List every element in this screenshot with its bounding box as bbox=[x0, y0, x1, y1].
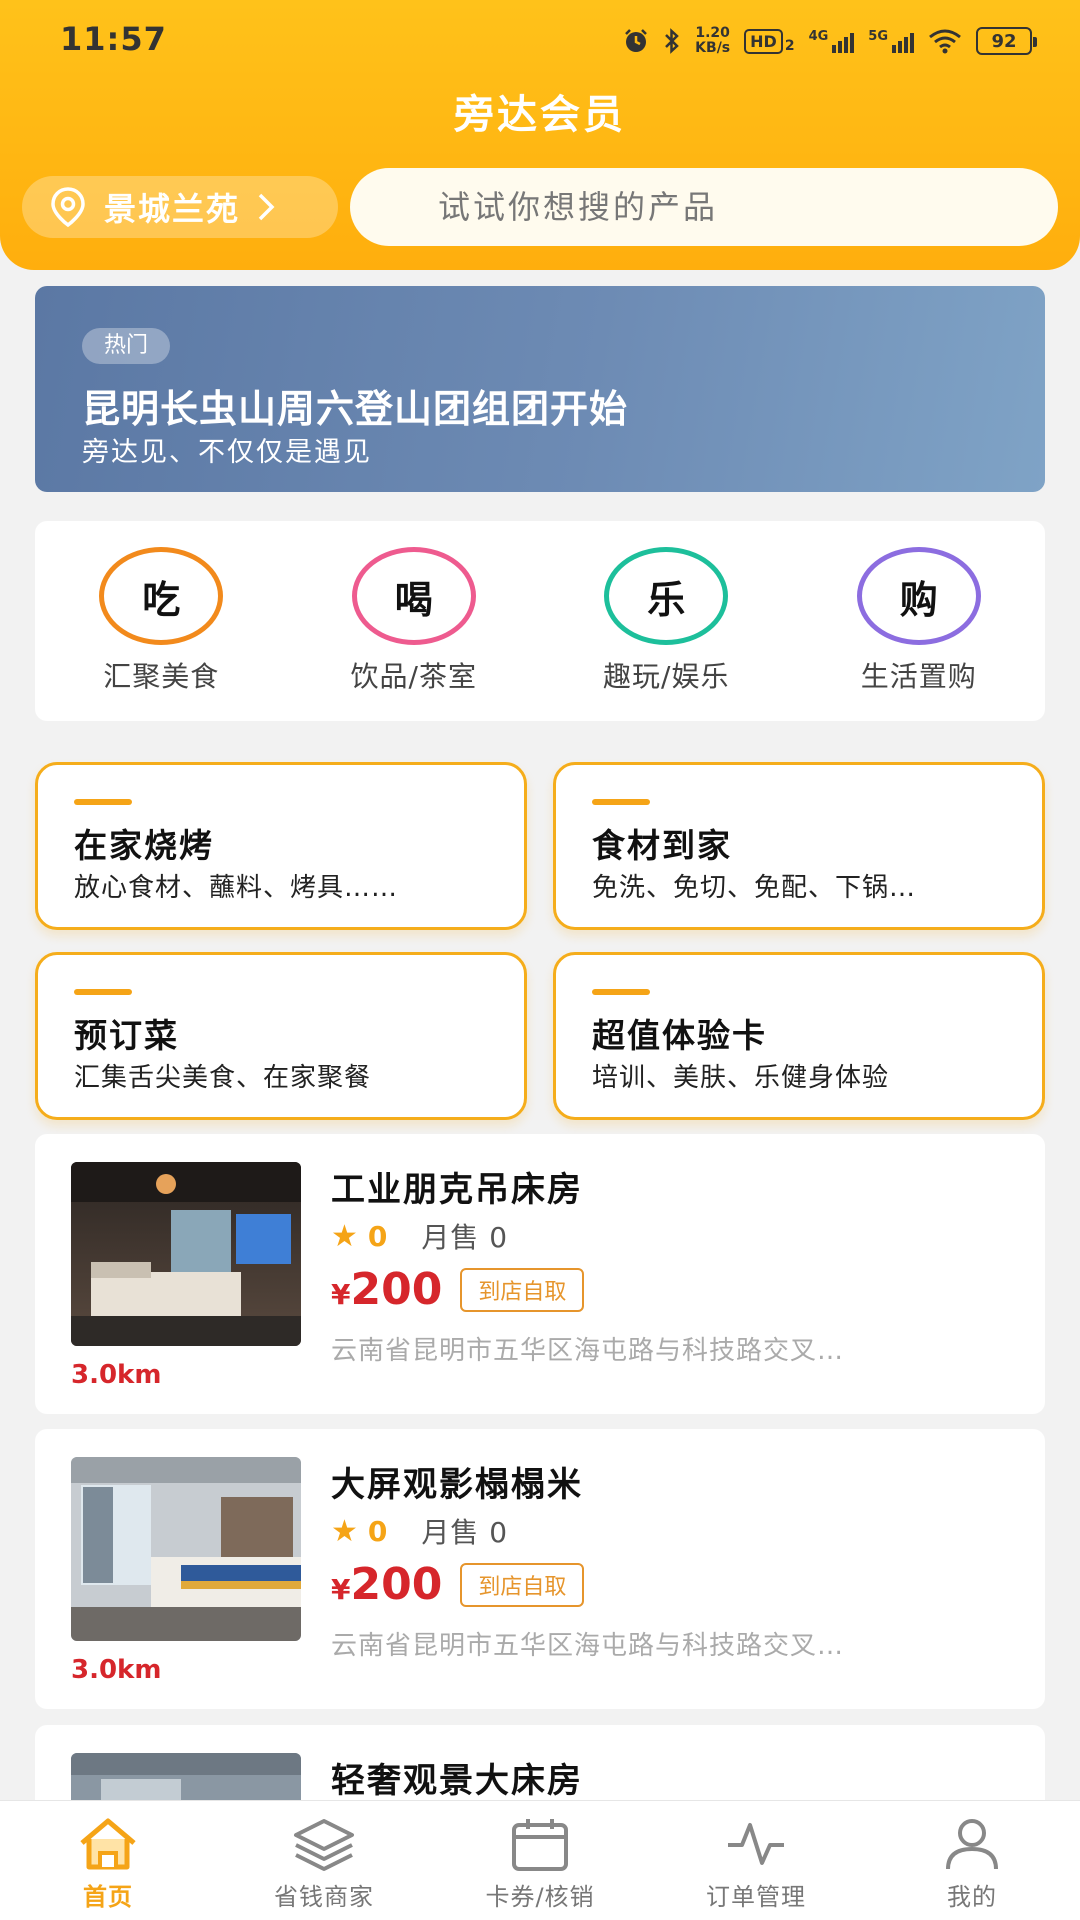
tab-profile[interactable]: 我的 bbox=[864, 1801, 1080, 1920]
product-image bbox=[71, 1457, 301, 1641]
tab-coupons[interactable]: 卡券/核销 bbox=[432, 1801, 648, 1920]
tab-merchants[interactable]: 省钱商家 bbox=[216, 1801, 432, 1920]
category-label: 趣玩/娱乐 bbox=[603, 660, 730, 693]
location-pin-icon bbox=[51, 187, 85, 228]
distance-label: 3.0km bbox=[71, 1360, 162, 1390]
category-label: 生活置购 bbox=[860, 660, 977, 693]
activity-icon bbox=[728, 1823, 784, 1865]
star-icon: ★ bbox=[331, 1513, 358, 1549]
feature-subtitle: 免洗、免切、免配、下锅… bbox=[592, 873, 917, 903]
pickup-badge: 到店自取 bbox=[460, 1267, 585, 1312]
promo-banner[interactable]: 热门 昆明长虫山周六登山团组团开始 旁达见、不仅仅是遇见 bbox=[35, 286, 1045, 492]
distance-label: 3.0km bbox=[71, 1655, 162, 1685]
category-eat[interactable]: 吃 汇聚美食 bbox=[35, 521, 288, 721]
monthly-sales: 月售 0 bbox=[421, 1221, 509, 1254]
tab-label: 订单管理 bbox=[706, 1883, 806, 1911]
signal-5g-icon: 5G bbox=[868, 29, 914, 53]
tab-label: 首页 bbox=[83, 1883, 133, 1911]
price-row: ¥ 200 到店自取 bbox=[331, 1559, 585, 1610]
user-icon bbox=[946, 1819, 998, 1870]
accent-bar bbox=[74, 799, 132, 805]
bottom-tab-bar: 首页 省钱商家 卡券/核销 订单管理 我的 bbox=[0, 1800, 1080, 1920]
accent-bar bbox=[592, 799, 650, 805]
feature-title: 在家烧烤 bbox=[74, 826, 214, 865]
tab-label: 卡券/核销 bbox=[485, 1883, 595, 1911]
currency-symbol: ¥ bbox=[331, 1573, 351, 1606]
pickup-badge: 到店自取 bbox=[460, 1562, 585, 1607]
price: 200 bbox=[350, 1264, 443, 1315]
tab-label: 我的 bbox=[947, 1883, 997, 1911]
feature-title: 预订菜 bbox=[74, 1016, 179, 1055]
rating-row: ★ 0 月售 0 bbox=[331, 1511, 508, 1551]
feature-card-bbq[interactable]: 在家烧烤 放心食材、蘸料、烤具…… bbox=[35, 762, 527, 930]
category-drink[interactable]: 喝 饮品/茶室 bbox=[288, 521, 541, 721]
category-label: 汇聚美食 bbox=[103, 660, 220, 693]
product-name: 工业朋克吊床房 bbox=[331, 1170, 583, 1210]
currency-symbol: ¥ bbox=[331, 1278, 351, 1311]
category-fun[interactable]: 乐 趣玩/娱乐 bbox=[540, 521, 793, 721]
hd-sub: 2 bbox=[784, 38, 795, 54]
category-eat-icon: 吃 bbox=[99, 547, 224, 645]
rating-row: ★ 0 月售 0 bbox=[331, 1216, 508, 1256]
banner-subtitle: 旁达见、不仅仅是遇见 bbox=[82, 437, 372, 468]
star-icon: ★ bbox=[331, 1218, 358, 1254]
tab-home[interactable]: 首页 bbox=[0, 1801, 216, 1920]
category-label: 饮品/茶室 bbox=[350, 660, 477, 693]
product-name: 大屏观影榻榻米 bbox=[331, 1465, 583, 1505]
layers-icon bbox=[294, 1819, 354, 1871]
feature-card-experience[interactable]: 超值体验卡 培训、美肤、乐健身体验 bbox=[553, 952, 1045, 1120]
category-nav: 吃 汇聚美食 喝 饮品/茶室 乐 趣玩/娱乐 购 生活置购 bbox=[35, 521, 1045, 721]
rating-score: 0 bbox=[367, 1514, 388, 1548]
category-shop-icon: 购 bbox=[856, 547, 981, 645]
category-drink-icon: 喝 bbox=[351, 547, 476, 645]
price: 200 bbox=[350, 1559, 443, 1610]
feature-card-preorder[interactable]: 预订菜 汇集舌尖美食、在家聚餐 bbox=[35, 952, 527, 1120]
banner-title: 昆明长虫山周六登山团组团开始 bbox=[82, 387, 629, 431]
monthly-sales: 月售 0 bbox=[421, 1516, 509, 1549]
hd-voice-icon: HD bbox=[744, 28, 783, 54]
tab-label: 省钱商家 bbox=[274, 1883, 374, 1911]
feature-subtitle: 培训、美肤、乐健身体验 bbox=[592, 1063, 890, 1093]
location-label: 景城兰苑 bbox=[104, 190, 241, 228]
chevron-right-icon bbox=[258, 193, 275, 221]
status-bar: 11:57 1.20 KB/s HD 2 4G 5G 92 bbox=[0, 0, 1080, 80]
accent-bar bbox=[74, 989, 132, 995]
battery-icon: 92 bbox=[976, 27, 1037, 55]
feature-card-ingredients[interactable]: 食材到家 免洗、免切、免配、下锅… bbox=[553, 762, 1045, 930]
status-icons: 1.20 KB/s HD 2 4G 5G 92 bbox=[623, 22, 1037, 60]
search-box[interactable] bbox=[350, 168, 1058, 246]
product-address: 云南省昆明市五华区海屯路与科技路交叉… bbox=[331, 1631, 845, 1661]
alarm-icon bbox=[625, 29, 648, 52]
category-shop[interactable]: 购 生活置购 bbox=[793, 521, 1046, 721]
feature-title: 超值体验卡 bbox=[592, 1016, 767, 1055]
product-address: 云南省昆明市五华区海屯路与科技路交叉… bbox=[331, 1336, 845, 1366]
feature-title: 食材到家 bbox=[592, 826, 732, 865]
product-image bbox=[71, 1162, 301, 1346]
home-icon bbox=[80, 1818, 136, 1870]
search-input[interactable] bbox=[438, 188, 998, 226]
header: 11:57 1.20 KB/s HD 2 4G 5G 92 旁达会员 景城兰苑 bbox=[0, 0, 1080, 270]
bluetooth-icon bbox=[665, 28, 679, 54]
rating-score: 0 bbox=[367, 1219, 388, 1253]
category-fun-icon: 乐 bbox=[604, 547, 729, 645]
accent-bar bbox=[592, 989, 650, 995]
location-selector[interactable]: 景城兰苑 bbox=[22, 176, 338, 238]
calendar-icon bbox=[512, 1819, 568, 1871]
banner-tag: 热门 bbox=[82, 328, 171, 364]
product-name: 轻奢观景大床房 bbox=[331, 1761, 583, 1801]
feature-subtitle: 放心食材、蘸料、烤具…… bbox=[74, 873, 399, 903]
status-time: 11:57 bbox=[60, 20, 167, 58]
wifi-icon bbox=[929, 29, 961, 54]
net-speed: 1.20 KB/s bbox=[695, 25, 731, 56]
product-card[interactable]: 3.0km 工业朋克吊床房 ★ 0 月售 0 ¥ 200 到店自取 云南省昆明市… bbox=[35, 1134, 1045, 1414]
feature-subtitle: 汇集舌尖美食、在家聚餐 bbox=[74, 1063, 372, 1093]
tab-orders[interactable]: 订单管理 bbox=[648, 1801, 864, 1920]
price-row: ¥ 200 到店自取 bbox=[331, 1264, 585, 1315]
page-title: 旁达会员 bbox=[454, 92, 626, 138]
signal-4g-icon: 4G bbox=[809, 29, 855, 53]
product-card[interactable]: 3.0km 大屏观影榻榻米 ★ 0 月售 0 ¥ 200 到店自取 云南省昆明市… bbox=[35, 1429, 1045, 1709]
